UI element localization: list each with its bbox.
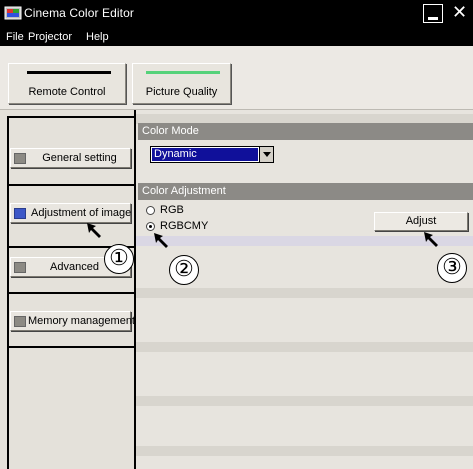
sidebar-item-label: Adjustment of image [31,207,132,219]
pointer-arrow-icon [154,233,168,248]
app-icon [4,6,22,20]
minimize-icon [428,17,438,20]
content-stripe [136,288,473,298]
color-adjustment-header: Color Adjustment [138,183,473,200]
radio-rgbcmy-label: RGBCMY [160,220,209,232]
picture-quality-indicator [146,71,220,74]
remote-control-button[interactable]: Remote Control [8,63,126,104]
remote-control-indicator [27,71,111,74]
title-bar: Cinema Color Editor ✕ [0,0,473,28]
pointer-arrow-icon [424,232,438,247]
radio-rgb-circle[interactable] [146,206,155,215]
sidebar-item-adjustment-of-image[interactable]: Adjustment of image [10,203,131,223]
remote-control-label: Remote Control [28,86,106,98]
inactive-square-icon [14,316,26,327]
close-button[interactable]: ✕ [449,2,469,23]
menu-bar: File Projector Help [0,28,473,46]
adjust-button[interactable]: Adjust [374,212,468,231]
callout-3: ③ [437,253,467,283]
menu-file[interactable]: File [6,31,24,43]
callout-1: ① [104,244,134,274]
callout-2: ② [169,255,199,285]
picture-quality-button[interactable]: Picture Quality [132,63,231,104]
active-square-icon [14,208,26,219]
color-mode-header: Color Mode [138,123,473,140]
inactive-square-icon [14,153,26,164]
close-icon: ✕ [452,2,468,23]
pointer-arrow-icon [87,223,101,238]
toolbar: Remote Control Picture Quality [0,46,473,110]
color-mode-value: Dynamic [151,147,259,162]
sidebar-item-general-setting[interactable]: General setting [10,148,131,168]
color-mode-select[interactable]: Dynamic [150,146,274,163]
main-content: Color Mode Color Adjustment [136,110,473,469]
sidebar-item-label: General setting [42,152,117,164]
content-stripe [136,446,473,456]
radio-rgbcmy-circle[interactable] [146,222,155,231]
content-stripe [136,342,473,352]
content-stripe [136,396,473,406]
radio-rgb-label: RGB [160,204,184,216]
menu-projector[interactable]: Projector [28,31,72,43]
picture-quality-label: Picture Quality [145,86,218,98]
sidebar-item-memory-management[interactable]: Memory management [10,311,135,331]
sidebar-item-label: Memory management [28,315,135,327]
menu-help[interactable]: Help [86,31,109,43]
window-title: Cinema Color Editor [24,6,134,20]
app-window: Cinema Color Editor ✕ File Projector Hel… [0,0,473,469]
chevron-down-icon [263,152,271,157]
dropdown-arrow-button[interactable] [259,147,273,162]
minimize-button[interactable] [423,4,443,23]
